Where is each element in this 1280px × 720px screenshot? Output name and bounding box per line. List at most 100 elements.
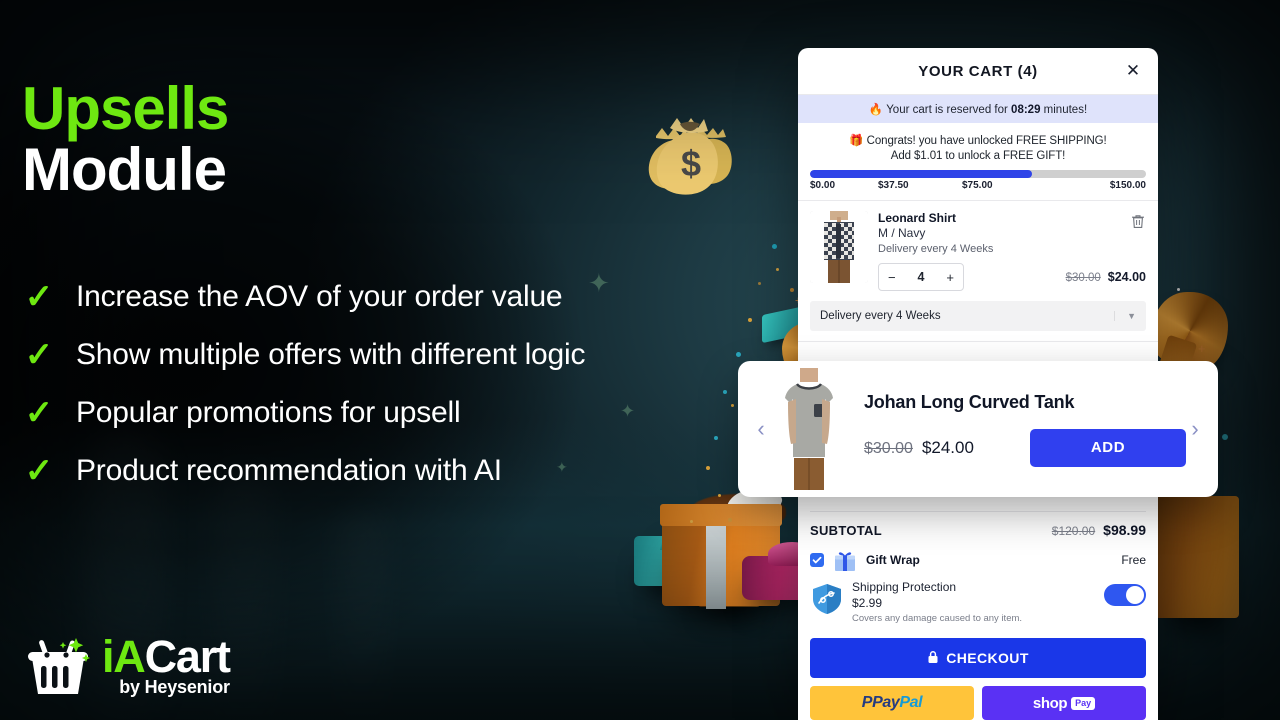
- chevron-right-icon[interactable]: ›: [1186, 416, 1204, 442]
- confetti-dot: [731, 404, 734, 407]
- sparkle-icon: ✦: [620, 401, 636, 421]
- brand-name-rest: Cart: [144, 631, 231, 683]
- shipping-protection-description: Covers any damage caused to any item.: [852, 613, 1023, 624]
- confetti-dot: [1177, 288, 1180, 291]
- upsell-price-original: $30.00: [864, 439, 913, 457]
- fire-icon: 🔥: [868, 104, 884, 116]
- chevron-left-icon[interactable]: ‹: [752, 416, 770, 442]
- cart-line-item-details: Leonard Shirt M / Navy Delivery every 4 …: [878, 211, 1146, 291]
- delivery-frequency-select[interactable]: Delivery every 4 Weeks ▼: [810, 301, 1146, 331]
- price-current: $24.00: [1107, 270, 1146, 284]
- progress-tick: $75.00: [962, 180, 993, 191]
- subtotal-original: $120.00: [1051, 524, 1096, 538]
- confetti-dot: [758, 282, 761, 285]
- paypal-icon: P: [861, 694, 873, 711]
- lock-icon: [927, 650, 939, 667]
- brown-gift-box: [1155, 496, 1239, 618]
- feature-item: ✓ Popular promotions for upsell: [22, 384, 585, 442]
- reserve-prefix: Your cart is reserved for: [886, 104, 1008, 116]
- upsell-product-title: Johan Long Curved Tank: [864, 391, 1075, 412]
- quantity-increase-button[interactable]: +: [946, 270, 954, 285]
- cart-header: YOUR CART (4) ✕: [798, 48, 1158, 94]
- cart-title: YOUR CART (4): [918, 62, 1038, 80]
- price-group: $30.00 $24.00: [1066, 270, 1146, 284]
- feature-label: Popular promotions for upsell: [76, 396, 461, 429]
- reserve-timer: 08:29: [1011, 104, 1041, 116]
- upsell-add-button[interactable]: ADD: [1030, 428, 1186, 467]
- shop-pay-label-b: Pay: [1071, 696, 1096, 710]
- checkout-label: CHECKOUT: [946, 650, 1029, 666]
- brand-wordmark: iACart by Heysenior: [102, 634, 231, 698]
- promo-line-2: Add $1.01 to unlock a FREE GIFT!: [890, 150, 1066, 162]
- product-thumbnail: [810, 211, 868, 283]
- confetti-dot: [706, 466, 710, 470]
- feature-list: ✓ Increase the AOV of your order value ✓…: [22, 268, 586, 500]
- feature-label: Product recommendation with AI: [76, 454, 502, 487]
- brand-logo: iACart by Heysenior: [22, 634, 231, 698]
- progress-tick-labels: $0.00 $37.50 $75.00 $150.00: [810, 180, 1146, 196]
- cart-footer: SUBTOTAL $120.00 $98.99 Gift Wrap Free S…: [798, 511, 1158, 720]
- confetti-dot: [772, 244, 777, 249]
- paypal-button[interactable]: PPayPal: [810, 686, 974, 720]
- shop-pay-label-a: shop: [1032, 694, 1068, 712]
- confetti-dot: [748, 318, 752, 322]
- sparkle-icon: ✦: [588, 268, 610, 298]
- upsell-price-current: $24.00: [921, 437, 974, 457]
- subtotal-row: SUBTOTAL $120.00 $98.99: [810, 512, 1146, 544]
- confetti-dot: [728, 518, 732, 522]
- gift-wrap-checkbox[interactable]: [810, 553, 824, 567]
- feature-item: ✓ Show multiple offers with different lo…: [22, 326, 586, 384]
- feature-item: ✓ Product recommendation with AI: [22, 442, 585, 500]
- shield-icon: [810, 582, 844, 616]
- close-icon[interactable]: ✕: [1124, 62, 1142, 80]
- upsell-product-thumbnail: [776, 368, 842, 490]
- cart-line-item: Leonard Shirt M / Navy Delivery every 4 …: [798, 201, 1158, 297]
- progress-tick: $0.00: [810, 180, 836, 191]
- confetti-dot: [776, 268, 779, 271]
- paypal-label-a: Pay: [872, 694, 900, 711]
- promo-line-1: 🎁 Congrats! you have unlocked FREE SHIPP…: [849, 135, 1107, 147]
- confetti-dot: [736, 352, 741, 357]
- gold-ribbon-prop: [1152, 292, 1228, 370]
- upsell-prices: $30.00 $24.00: [864, 438, 974, 458]
- blur-pillar: [336, 510, 388, 720]
- quantity-stepper[interactable]: − 4 +: [878, 263, 964, 291]
- trash-icon[interactable]: [1131, 214, 1145, 229]
- quantity-and-price-row: − 4 + $30.00 $24.00: [878, 263, 1146, 291]
- confetti-dot: [718, 494, 721, 497]
- reserve-suffix: minutes!: [1043, 104, 1088, 116]
- confetti-dot: [723, 390, 727, 394]
- check-icon: ✓: [24, 394, 54, 432]
- chevron-down-icon: ▼: [1114, 311, 1136, 321]
- subtotal-current: $98.99: [1103, 522, 1146, 538]
- shipping-protection-label: Shipping Protection: [852, 580, 957, 594]
- brand-name-accent: iA: [102, 631, 146, 683]
- brand-tagline: by Heysenior: [119, 676, 230, 697]
- upsell-popup: ‹ Johan Long Curved Tank $30.00 $24.00 A…: [738, 361, 1218, 497]
- page-title-line2: Module: [22, 136, 227, 204]
- feature-item: ✓ Increase the AOV of your order value: [22, 268, 585, 326]
- shipping-protection-toggle[interactable]: [1104, 584, 1146, 606]
- checkout-button[interactable]: CHECKOUT: [810, 638, 1146, 678]
- upsell-price-and-action: $30.00 $24.00 ADD: [864, 428, 1186, 467]
- price-original: $30.00: [1065, 272, 1101, 284]
- subtotal-prices: $120.00 $98.99: [1052, 522, 1146, 538]
- feature-label: Increase the AOV of your order value: [76, 280, 563, 313]
- confetti-dot: [790, 288, 794, 292]
- check-icon: ✓: [24, 336, 54, 374]
- upsell-details: Johan Long Curved Tank $30.00 $24.00 ADD: [848, 392, 1186, 467]
- paypal-label-b: Pal: [899, 694, 923, 711]
- gift-icon: [832, 547, 858, 573]
- product-name: Leonard Shirt: [878, 211, 957, 225]
- delivery-frequency-value: Delivery every 4 Weeks: [820, 310, 941, 322]
- confetti-plus: +: [1198, 341, 1206, 356]
- confetti-dot: [690, 520, 693, 523]
- check-icon: ✓: [24, 278, 54, 316]
- hero-copy: Upsells Module: [22, 78, 742, 204]
- product-delivery-note: Delivery every 4 Weeks: [878, 243, 994, 255]
- quantity-decrease-button[interactable]: −: [888, 270, 896, 285]
- shipping-protection-details: Shipping Protection $2.99 Covers any dam…: [852, 580, 1096, 624]
- gift-wrap-label: Gift Wrap: [866, 553, 920, 567]
- progress-tick: $150.00: [1109, 180, 1146, 191]
- shop-pay-button[interactable]: shop Pay: [982, 686, 1146, 720]
